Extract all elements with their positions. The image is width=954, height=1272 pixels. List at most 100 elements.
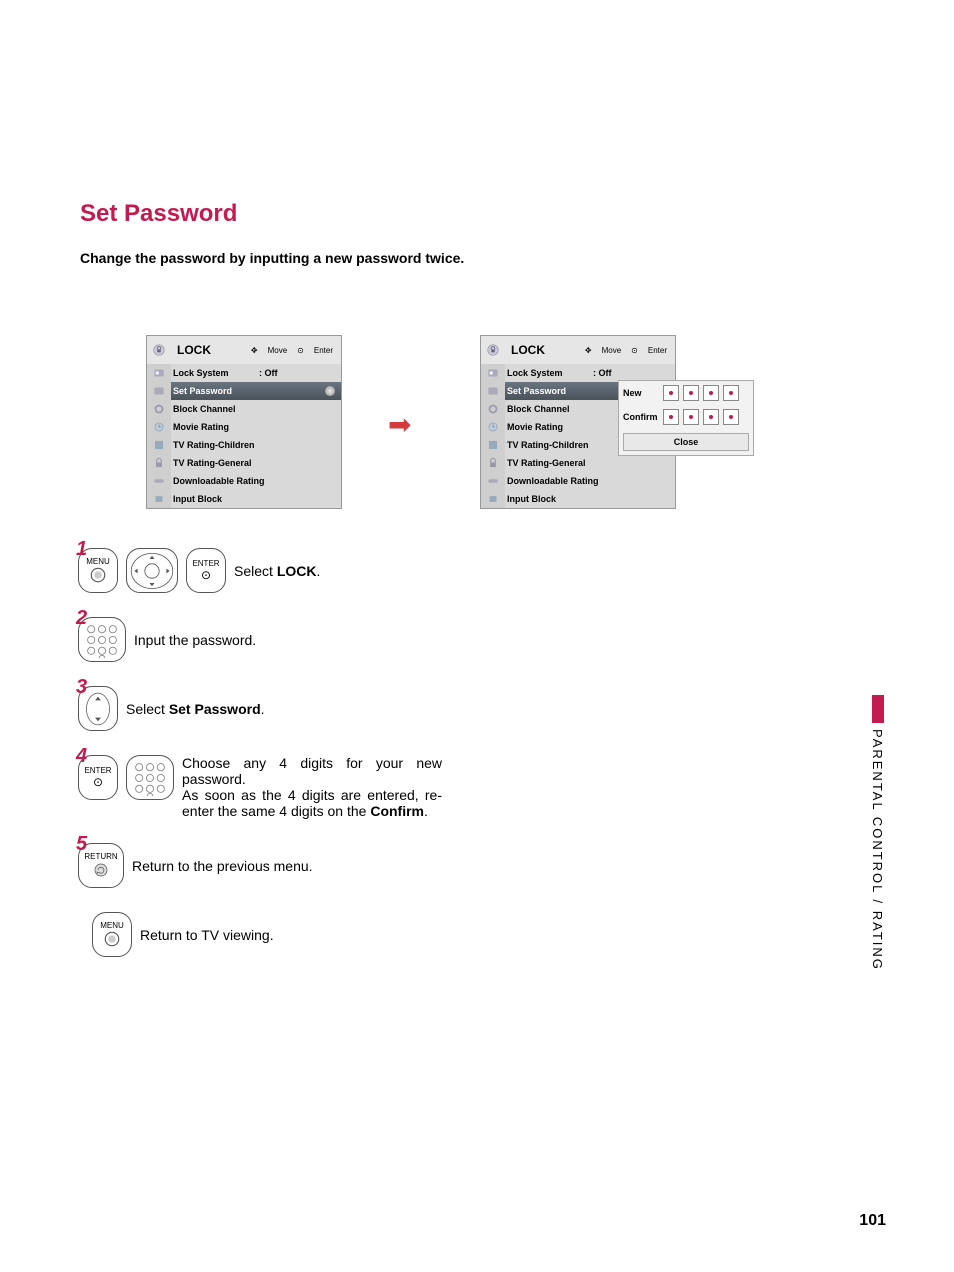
step-text: Select Set Password. <box>126 701 265 717</box>
password-box[interactable] <box>703 409 719 425</box>
row-icon-image <box>481 364 505 382</box>
move-hint: Move <box>268 346 288 355</box>
row-icon-audio <box>481 382 505 400</box>
step-text: Input the password. <box>134 632 256 648</box>
lock-menu-left: LOCK ✥ Move ⊙ Enter Lock System: Off Set… <box>146 335 342 509</box>
enter-icon: ⊙ <box>631 346 638 355</box>
row-icon-gear <box>481 400 505 418</box>
lock-header-icon <box>147 343 171 357</box>
password-box[interactable] <box>683 409 699 425</box>
move-icon: ✥ <box>585 346 592 355</box>
row-icon-gear <box>147 400 171 418</box>
row-icon-channel <box>147 436 171 454</box>
move-hint: Move <box>602 346 622 355</box>
section-tab: PARENTAL CONTROL / RATING <box>870 695 886 1015</box>
menu-row-downloadable[interactable]: Downloadable Rating <box>147 472 341 490</box>
row-icon-image <box>147 364 171 382</box>
step-1: 1 MENU ENTER ⊙ Select LOCK. <box>78 548 598 593</box>
keypad-icon <box>126 755 174 800</box>
step-text: Return to TV viewing. <box>140 927 274 943</box>
step-number: 4 <box>76 745 87 768</box>
menu-header: LOCK ✥ Move ⊙ Enter <box>481 336 675 364</box>
password-confirm-label: Confirm <box>623 412 663 422</box>
row-label: Input Block <box>505 494 675 504</box>
row-value: : Off <box>255 368 341 378</box>
row-icon-input <box>481 472 505 490</box>
step-number: 1 <box>76 538 87 561</box>
menu-row-block-channel[interactable]: Block Channel <box>147 400 341 418</box>
page-subtitle: Change the password by inputting a new p… <box>80 250 464 266</box>
step-5: 5 RETURN Return to the previous menu. <box>78 843 598 888</box>
password-popup: New Confirm Close <box>618 380 754 456</box>
row-icon-input <box>147 472 171 490</box>
menu-hints: ✥ Move ⊙ Enter <box>585 346 675 355</box>
step-4: 4 ENTER ⊙ Choose any 4 digits for your n… <box>78 755 598 819</box>
row-icon-time <box>147 418 171 436</box>
menu-row-downloadable[interactable]: Downloadable Rating <box>481 472 675 490</box>
password-confirm-row: Confirm <box>619 405 753 429</box>
row-label: Downloadable Rating <box>505 476 675 486</box>
password-box[interactable] <box>683 385 699 401</box>
row-value: : Off <box>589 368 675 378</box>
lock-header-icon <box>481 343 505 357</box>
row-icon-lock <box>481 454 505 472</box>
password-new-row: New <box>619 381 753 405</box>
step-text: Choose any 4 digits for your new passwor… <box>182 755 442 819</box>
row-label: Lock System <box>505 368 589 378</box>
row-label: TV Rating-Children <box>171 440 341 450</box>
password-box[interactable] <box>703 385 719 401</box>
row-icon-time <box>481 418 505 436</box>
step-2: 2 Input the password. <box>78 617 598 662</box>
password-box[interactable] <box>723 385 739 401</box>
menu-title: LOCK <box>505 343 585 357</box>
menu-header: LOCK ✥ Move ⊙ Enter <box>147 336 341 364</box>
row-label: Movie Rating <box>171 422 255 432</box>
row-icon-usb <box>147 490 171 508</box>
row-label: Set Password <box>171 386 255 396</box>
menu-rows: Lock System: Off Set Password Block Chan… <box>147 364 341 508</box>
move-icon: ✥ <box>251 346 258 355</box>
step-number: 2 <box>76 607 87 630</box>
menu-row-movie-rating[interactable]: Movie Rating <box>147 418 341 436</box>
arrow-right-icon: ➡ <box>388 408 411 441</box>
menu-row-set-password[interactable]: Set Password <box>147 382 341 400</box>
menu-row-input-block[interactable]: Input Block <box>481 490 675 508</box>
row-label: TV Rating-General <box>505 458 675 468</box>
step-3: 3 Select Set Password. <box>78 686 598 731</box>
row-label: Downloadable Rating <box>171 476 341 486</box>
enter-button-icon: ENTER ⊙ <box>186 548 226 593</box>
instruction-steps: 1 MENU ENTER ⊙ Select LOCK. 2 <box>78 548 598 981</box>
menu-row-tv-general[interactable]: TV Rating-General <box>481 454 675 472</box>
password-new-label: New <box>623 388 663 398</box>
password-close-button[interactable]: Close <box>623 433 749 451</box>
step-text: Return to the previous menu. <box>132 858 313 874</box>
step-menu: MENU Return to TV viewing. <box>92 912 598 957</box>
menu-row-lock-system[interactable]: Lock System: Off <box>147 364 341 382</box>
row-label: Input Block <box>171 494 341 504</box>
section-tab-label: PARENTAL CONTROL / RATING <box>870 729 885 971</box>
step-text: Select LOCK. <box>234 563 320 579</box>
menu-row-input-block[interactable]: Input Block <box>147 490 341 508</box>
row-label: Block Channel <box>171 404 255 414</box>
row-label: TV Rating-General <box>171 458 341 468</box>
menu-row-tv-children[interactable]: TV Rating-Children <box>147 436 341 454</box>
row-icon-channel <box>481 436 505 454</box>
page-number: 101 <box>859 1212 886 1230</box>
row-label: Lock System <box>171 368 255 378</box>
enter-icon: ⊙ <box>297 346 304 355</box>
password-box[interactable] <box>663 385 679 401</box>
password-box[interactable] <box>663 409 679 425</box>
enter-hint: Enter <box>648 346 667 355</box>
menu-row-tv-general[interactable]: TV Rating-General <box>147 454 341 472</box>
radio-icon <box>325 386 335 396</box>
menu-button-icon: MENU <box>92 912 132 957</box>
step-number: 3 <box>76 676 87 699</box>
page-title: Set Password <box>80 200 237 228</box>
step-number: 5 <box>76 833 87 856</box>
nav-pad-icon <box>126 548 178 593</box>
row-label: Movie Rating <box>505 422 589 432</box>
section-tab-marker <box>872 695 884 723</box>
row-icon-lock <box>147 454 171 472</box>
password-box[interactable] <box>723 409 739 425</box>
row-label: Set Password <box>505 386 589 396</box>
